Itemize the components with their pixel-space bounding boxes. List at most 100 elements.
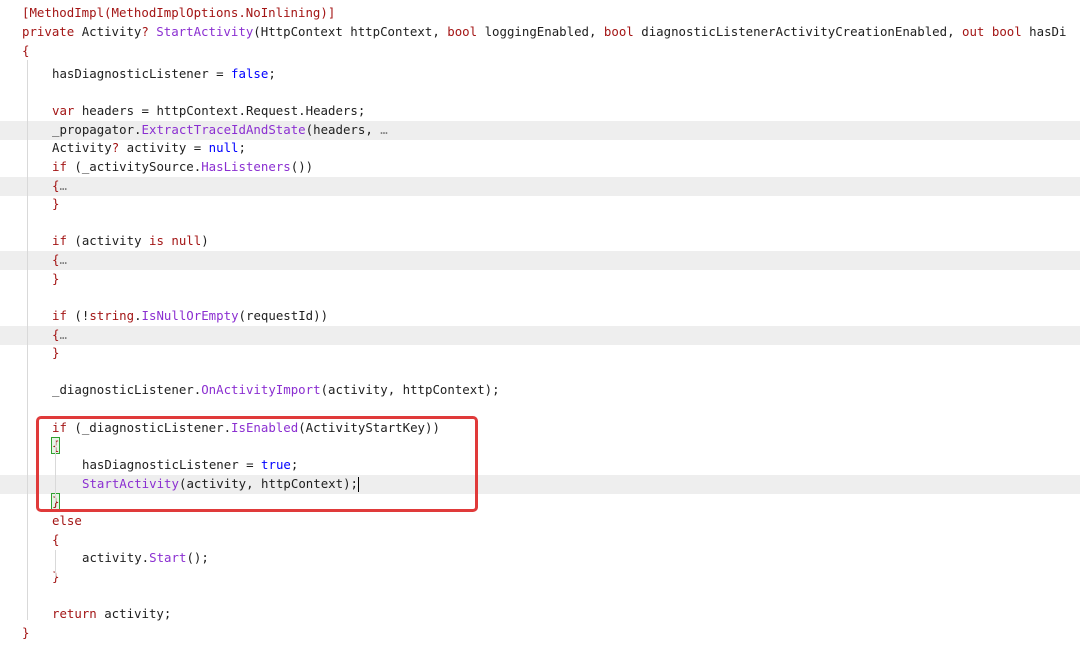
token-kw: var xyxy=(52,103,82,118)
token-kw: private xyxy=(22,24,82,39)
code-line-text: [MethodImpl(MethodImplOptions.NoInlining… xyxy=(22,4,335,23)
code-line[interactable]: return activity; xyxy=(0,605,1080,624)
token-kw: bool xyxy=(603,24,642,39)
token-dark: ) xyxy=(201,233,209,248)
code-line[interactable]: hasDiagnosticListener = false; xyxy=(0,65,1080,84)
token-dark: hasDi xyxy=(1029,24,1067,39)
token-brace: } xyxy=(52,345,60,360)
code-line[interactable] xyxy=(0,84,1080,103)
token-fn: HasListeners xyxy=(201,159,291,174)
code-line[interactable] xyxy=(0,288,1080,307)
token-fn: IsNullOrEmpty xyxy=(141,308,239,323)
token-dark: activity = xyxy=(126,140,209,155)
token-dark: (activity, httpContext); xyxy=(320,382,500,397)
token-dark: = xyxy=(216,66,232,81)
token-ellipsis: … xyxy=(59,178,67,193)
token-dark: loggingEnabled, xyxy=(484,24,604,39)
code-line[interactable]: activity.Start(); xyxy=(0,549,1080,568)
token-attr: [MethodImpl(MethodImplOptions.NoInlining… xyxy=(22,5,336,20)
code-line[interactable]: } xyxy=(0,195,1080,214)
code-line-text: if (activity is null) xyxy=(52,232,209,251)
code-line[interactable]: if (activity is null) xyxy=(0,232,1080,251)
token-kw: if xyxy=(52,159,75,174)
token-brace: { xyxy=(22,43,30,58)
token-ellipsis: … xyxy=(59,327,67,342)
code-line[interactable]: if (_activitySource.HasListeners()) xyxy=(0,158,1080,177)
token-dark: activity; xyxy=(104,606,172,621)
token-dark: ()) xyxy=(290,159,314,174)
code-line[interactable]: Activity? activity = null; xyxy=(0,139,1080,158)
code-line[interactable]: [MethodImpl(MethodImplOptions.NoInlining… xyxy=(0,4,1080,23)
code-line[interactable]: } xyxy=(0,624,1080,643)
code-line-text: _diagnosticListener.OnActivityImport(act… xyxy=(52,381,500,400)
token-dark: activity. xyxy=(82,550,150,565)
token-brace: } xyxy=(22,625,30,640)
code-line-text: var headers = httpContext.Request.Header… xyxy=(52,102,365,121)
code-line-text: {… xyxy=(52,251,67,270)
code-line[interactable]: private Activity? StartActivity(HttpCont… xyxy=(0,23,1080,42)
token-ellipsis: … xyxy=(380,122,388,137)
code-line[interactable]: {… xyxy=(0,326,1080,345)
code-line-text: } xyxy=(22,624,29,643)
code-line-text: { xyxy=(52,531,59,550)
token-kw: ? xyxy=(111,140,127,155)
code-line-text: activity.Start(); xyxy=(82,549,209,568)
code-line[interactable]: var headers = httpContext.Request.Header… xyxy=(0,102,1080,121)
token-dark: hasDiagnosticListener xyxy=(52,66,217,81)
token-ellipsis: … xyxy=(59,252,67,267)
token-dark: (! xyxy=(74,308,90,323)
code-line[interactable]: {… xyxy=(0,251,1080,270)
code-line[interactable]: { xyxy=(0,531,1080,550)
code-line[interactable]: } xyxy=(0,568,1080,587)
code-line[interactable]: } xyxy=(0,344,1080,363)
token-dark: (activity xyxy=(74,233,149,248)
token-kw: is null xyxy=(149,233,202,248)
code-line[interactable] xyxy=(0,214,1080,233)
token-kw: out bool xyxy=(962,24,1030,39)
code-line[interactable]: else xyxy=(0,512,1080,531)
code-line-text: } xyxy=(52,195,59,214)
token-brace: } xyxy=(52,196,60,211)
code-line-text: Activity? activity = null; xyxy=(52,139,246,158)
token-kw: ? xyxy=(141,24,157,39)
code-line[interactable]: _diagnosticListener.OnActivityImport(act… xyxy=(0,381,1080,400)
code-line-text: } xyxy=(52,270,59,289)
indent-guide xyxy=(27,60,28,620)
code-line-text: else xyxy=(52,512,82,531)
token-dark: ; xyxy=(268,66,276,81)
token-kw: bool xyxy=(447,24,485,39)
token-brace: { xyxy=(52,532,60,547)
token-kw: if xyxy=(52,233,75,248)
code-editor[interactable]: [MethodImpl(MethodImplOptions.NoInlining… xyxy=(0,0,1080,651)
token-fn: StartActivity xyxy=(156,24,254,39)
token-dark: _diagnosticListener. xyxy=(52,382,202,397)
token-kw: else xyxy=(52,513,82,528)
token-dark: Activity xyxy=(52,140,112,155)
code-line-text: _propagator.ExtractTraceIdAndState(heade… xyxy=(52,121,388,140)
code-line-text: return activity; xyxy=(52,605,171,624)
code-line-text: {… xyxy=(52,177,67,196)
token-dark: (headers, xyxy=(305,122,381,137)
code-line[interactable]: if (!string.IsNullOrEmpty(requestId)) xyxy=(0,307,1080,326)
code-line[interactable]: {… xyxy=(0,177,1080,196)
token-dark: _propagator. xyxy=(52,122,142,137)
token-kw: if xyxy=(52,308,75,323)
code-line[interactable]: _propagator.ExtractTraceIdAndState(heade… xyxy=(0,121,1080,140)
code-line-text: {… xyxy=(52,326,67,345)
token-dark: (requestId)) xyxy=(238,308,329,323)
token-dark: headers = httpContext.Request.Headers; xyxy=(81,103,366,118)
token-dark: . xyxy=(134,308,142,323)
token-dark: (_activitySource. xyxy=(74,159,202,174)
indent-guide xyxy=(55,550,56,578)
code-line[interactable] xyxy=(0,363,1080,382)
code-line-text: hasDiagnosticListener = false; xyxy=(52,65,276,84)
token-fn: ExtractTraceIdAndState xyxy=(141,122,306,137)
code-line[interactable] xyxy=(0,586,1080,605)
code-line[interactable]: { xyxy=(0,42,1080,61)
token-brace: } xyxy=(52,271,60,286)
code-line[interactable]: } xyxy=(0,270,1080,289)
code-line-text: { xyxy=(22,42,29,61)
token-kw2: null xyxy=(208,140,239,155)
token-fn: Start xyxy=(149,550,187,565)
code-line-text: if (!string.IsNullOrEmpty(requestId)) xyxy=(52,307,328,326)
